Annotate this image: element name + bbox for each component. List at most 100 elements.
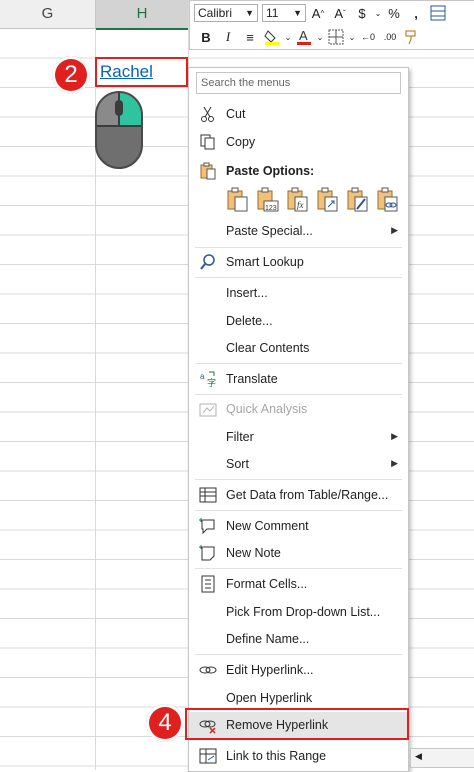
menu-separator xyxy=(195,654,402,655)
menu-item-label: Cut xyxy=(226,107,246,121)
step-badge-2: 2 xyxy=(52,56,90,94)
menu-item-get-data[interactable]: Get Data from Table/Range... xyxy=(189,482,408,508)
new-comment-icon xyxy=(199,518,215,535)
align-center-icon[interactable]: ≡ xyxy=(240,27,260,47)
menu-item-label: Edit Hyperlink... xyxy=(226,663,314,677)
menu-separator xyxy=(195,277,402,278)
menu-item-sort[interactable]: Sort ▶ xyxy=(189,451,408,477)
font-name-select[interactable]: Calibri ▼ xyxy=(194,4,258,22)
chevron-down-icon[interactable]: ⌄ xyxy=(374,3,382,23)
format-table-icon[interactable] xyxy=(428,3,448,23)
paste-formatting-icon[interactable] xyxy=(346,187,369,213)
menu-item-edit-hyperlink[interactable]: Edit Hyperlink... xyxy=(189,657,408,683)
menu-item-label: Format Cells... xyxy=(226,577,308,591)
quick-analysis-icon xyxy=(199,403,217,417)
context-menu: Search the menus Cut Copy Paste Options:… xyxy=(188,67,409,772)
menu-item-new-note[interactable]: New Note xyxy=(189,540,408,566)
new-note-icon xyxy=(199,545,215,561)
clipboard-icon xyxy=(200,162,216,180)
menu-item-label: Open Hyperlink xyxy=(226,691,313,705)
menu-item-smart-lookup[interactable]: Smart Lookup xyxy=(189,249,408,275)
bold-button[interactable]: B xyxy=(196,27,216,47)
table-icon xyxy=(199,487,217,503)
menu-item-label: Pick From Drop-down List... xyxy=(226,605,381,619)
menu-item-label: Define Name... xyxy=(226,632,310,646)
translate-icon: a字 xyxy=(200,371,216,388)
paste-link-icon[interactable] xyxy=(376,187,399,213)
paste-options-row: 123 fx xyxy=(226,187,399,213)
decrease-font-size-icon[interactable]: Aˇ xyxy=(330,3,350,23)
paste-formulas-icon[interactable]: fx xyxy=(286,187,309,213)
menu-item-label: Copy xyxy=(226,135,256,149)
italic-button[interactable]: I xyxy=(218,27,238,47)
menu-item-clear-contents[interactable]: Clear Contents xyxy=(189,335,408,361)
menu-separator xyxy=(195,363,402,364)
menu-separator xyxy=(195,247,402,248)
percent-style-button[interactable]: % xyxy=(384,3,404,23)
column-header-g[interactable]: G xyxy=(0,0,96,29)
chevron-down-icon[interactable]: ⌄ xyxy=(348,27,356,47)
submenu-arrow-icon: ▶ xyxy=(391,431,398,441)
menu-item-highlight-box xyxy=(185,708,409,740)
right-click-mouse-icon xyxy=(95,91,143,169)
menu-item-label: Quick Analysis xyxy=(226,402,308,416)
menu-item-label: Paste Special... xyxy=(226,224,313,238)
font-color-icon[interactable]: A xyxy=(294,27,314,47)
format-cells-icon xyxy=(201,575,215,593)
increase-font-size-icon[interactable]: A ^ xyxy=(308,3,328,23)
copy-icon xyxy=(200,134,215,150)
scissors-icon xyxy=(201,106,214,122)
menu-item-label: New Comment xyxy=(226,519,309,533)
borders-icon[interactable] xyxy=(326,27,346,47)
chevron-down-icon: ▼ xyxy=(293,8,302,18)
menu-item-translate[interactable]: a字 Translate xyxy=(189,366,408,392)
menu-item-new-comment[interactable]: New Comment xyxy=(189,513,408,539)
svg-text:fx: fx xyxy=(297,200,304,210)
menu-item-paste-special[interactable]: Paste Special... ▶ xyxy=(189,218,408,244)
menu-item-label: New Note xyxy=(226,546,281,560)
paste-values-icon[interactable]: 123 xyxy=(256,187,279,213)
currency-format-button[interactable]: $ xyxy=(352,3,372,23)
menu-item-define-name[interactable]: Define Name... xyxy=(189,626,408,652)
decrease-decimal-icon[interactable]: .00 xyxy=(380,27,400,47)
cell-highlight-box xyxy=(95,57,188,87)
menu-item-delete[interactable]: Delete... xyxy=(189,308,408,334)
hyperlink-icon xyxy=(199,666,217,674)
format-painter-icon[interactable] xyxy=(402,27,422,47)
submenu-arrow-icon: ▶ xyxy=(391,458,398,468)
menu-item-filter[interactable]: Filter ▶ xyxy=(189,424,408,450)
menu-item-format-cells[interactable]: Format Cells... xyxy=(189,571,408,597)
menu-separator xyxy=(195,394,402,395)
menu-item-label: Delete... xyxy=(226,314,273,328)
menu-item-cut[interactable]: Cut xyxy=(189,101,408,127)
svg-text:a: a xyxy=(200,372,205,381)
svg-text:A: A xyxy=(299,28,308,43)
menu-item-quick-analysis: Quick Analysis xyxy=(189,396,408,422)
menu-item-label: Smart Lookup xyxy=(226,255,304,269)
scroll-left-arrow-icon[interactable]: ◀ xyxy=(415,751,422,762)
menu-item-insert[interactable]: Insert... xyxy=(189,280,408,306)
paste-transpose-icon[interactable] xyxy=(316,187,339,213)
menu-item-label: Translate xyxy=(226,372,278,386)
chevron-down-icon[interactable]: ⌄ xyxy=(316,27,324,47)
menu-item-label: Get Data from Table/Range... xyxy=(226,488,389,502)
font-name-value: Calibri xyxy=(198,6,233,20)
chevron-down-icon[interactable]: ⌄ xyxy=(284,27,292,47)
svg-text:123: 123 xyxy=(265,205,277,212)
font-size-select[interactable]: 11 ▼ xyxy=(262,4,306,22)
horizontal-scrollbar[interactable]: ◀ xyxy=(410,748,474,768)
comma-style-icon[interactable]: , xyxy=(406,3,426,23)
font-size-value: 11 xyxy=(266,6,279,20)
fill-color-icon[interactable] xyxy=(262,27,282,47)
menu-item-label: Link to this Range xyxy=(226,749,327,763)
menu-item-copy[interactable]: Copy xyxy=(189,129,408,155)
menu-item-link-to-range[interactable]: Link to this Range xyxy=(189,743,408,769)
menu-item-pick-from-list[interactable]: Pick From Drop-down List... xyxy=(189,599,408,625)
paste-icon[interactable] xyxy=(226,187,249,213)
column-header-h[interactable]: H xyxy=(96,0,188,30)
increase-decimal-icon[interactable]: ←0 xyxy=(358,27,378,47)
menu-item-paste-options: Paste Options: xyxy=(189,158,408,184)
menu-item-label: Filter xyxy=(226,430,254,444)
submenu-arrow-icon: ▶ xyxy=(391,225,398,235)
search-menus-input[interactable]: Search the menus xyxy=(196,72,401,94)
